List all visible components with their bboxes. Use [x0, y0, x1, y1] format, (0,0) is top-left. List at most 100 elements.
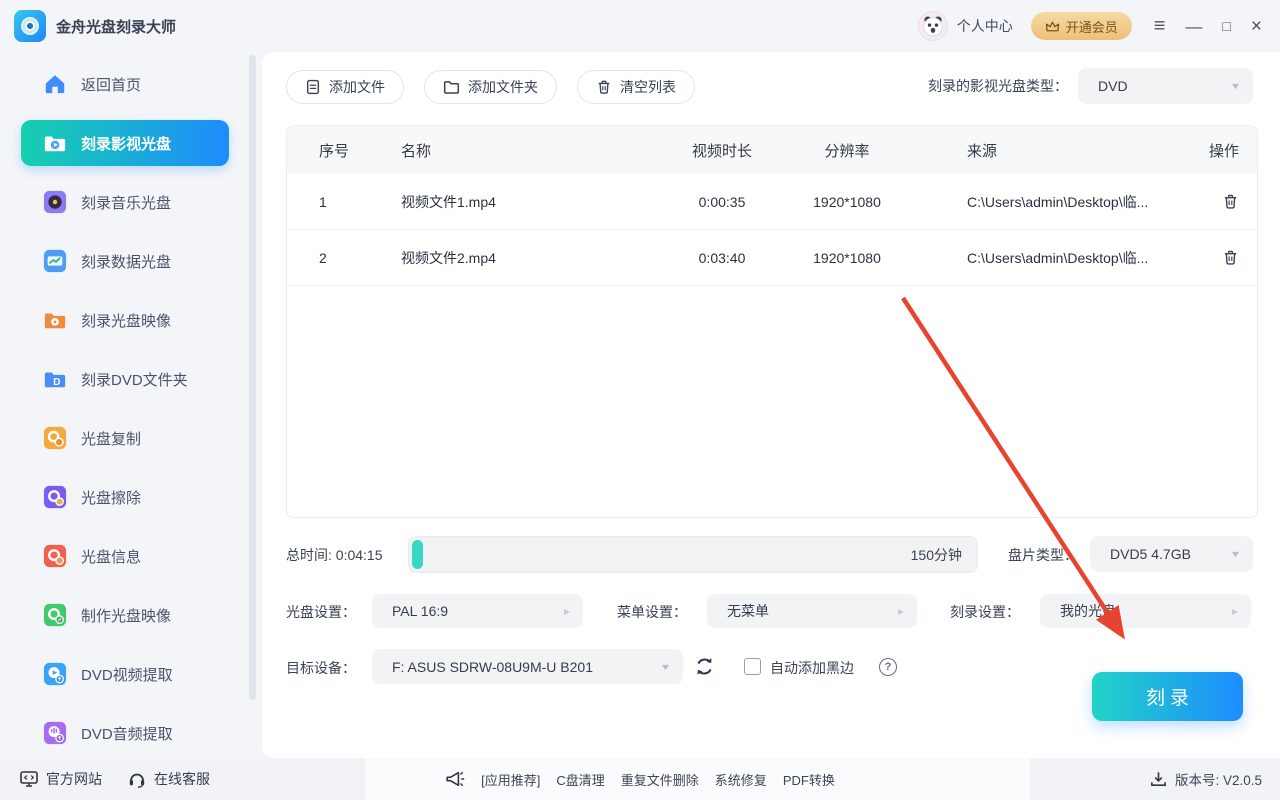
target-device-select[interactable]: F: ASUS SDRW-08U9M-U B201 ▼: [372, 649, 683, 684]
video-list-table: 序号 名称 视频时长 分辨率 来源 操作 1 视频文件1.mp4 0:00:35…: [286, 125, 1258, 518]
disc-info-icon: [42, 543, 68, 569]
disc-size-select[interactable]: DVD5 4.7GB ▼: [1090, 536, 1253, 572]
menu-icon[interactable]: ≡: [1154, 16, 1166, 36]
data-disc-icon: [42, 248, 68, 274]
sidebar-item-label: 制作光盘映像: [81, 605, 171, 626]
target-device-label: 目标设备：: [286, 658, 356, 678]
maximize-icon[interactable]: □: [1222, 19, 1230, 33]
disc-size-label: 盘片类型：: [1008, 545, 1078, 565]
sidebar-item-label: 光盘复制: [81, 428, 141, 449]
refresh-devices-button[interactable]: [694, 656, 715, 677]
disc-setting-label: 光盘设置：: [286, 602, 356, 622]
make-image-icon: [42, 602, 68, 628]
disc-copy-icon: [42, 425, 68, 451]
sidebar-item-label: 刻录音乐光盘: [81, 192, 171, 213]
chevron-down-icon: ▼: [660, 662, 672, 672]
table-row[interactable]: 1 视频文件1.mp4 0:00:35 1920*1080 C:\Users\a…: [287, 174, 1257, 230]
sidebar-item-disc-erase[interactable]: 光盘擦除: [21, 474, 229, 520]
capacity-progress-fill: [412, 540, 423, 569]
megaphone-icon: [445, 770, 465, 788]
auto-black-edge-label: 自动添加黑边: [770, 658, 854, 678]
open-vip-button[interactable]: 开通会员: [1031, 12, 1132, 40]
sidebar-item-dvd-audio-extract[interactable]: DVD音频提取: [21, 710, 229, 756]
sidebar-item-burn-video-disc[interactable]: 刻录影视光盘: [21, 120, 229, 166]
sidebar-item-home[interactable]: 返回首页: [21, 61, 229, 107]
main-content: 添加文件 添加文件夹 清空列表 刻录的影视光盘类型： DVD ▼ 序号 名称 视…: [262, 52, 1280, 758]
app-logo-icon: [14, 10, 46, 42]
panda-avatar-icon: [920, 13, 946, 39]
menu-setting-select[interactable]: 无菜单 ▸: [707, 594, 917, 628]
add-file-button[interactable]: 添加文件: [286, 70, 404, 104]
capacity-total-label: 150分钟: [911, 537, 962, 572]
sidebar-item-label: 刻录光盘映像: [81, 310, 171, 331]
user-avatar[interactable]: [918, 11, 948, 41]
table-row[interactable]: 2 视频文件2.mp4 0:03:40 1920*1080 C:\Users\a…: [287, 230, 1257, 286]
chevron-right-icon: ▸: [898, 604, 904, 618]
user-center-link[interactable]: 个人中心: [957, 16, 1013, 36]
sidebar: 返回首页 刻录影视光盘 刻录音乐光盘 刻录数据光盘 刻录光盘映像 D: [0, 52, 262, 758]
crown-icon: [1045, 20, 1060, 33]
clear-list-button[interactable]: 清空列表: [577, 70, 695, 104]
sidebar-item-label: 返回首页: [81, 74, 141, 95]
total-time-label: 总时间: 0:04:15: [286, 545, 383, 565]
promo-item-c-drive-clean[interactable]: C盘清理: [556, 770, 604, 789]
disc-type-label: 刻录的影视光盘类型：: [928, 76, 1068, 96]
svg-text:D: D: [53, 377, 60, 388]
capacity-progress-bar: 150分钟: [408, 536, 978, 573]
trash-icon: [596, 79, 612, 95]
burn-button[interactable]: 刻录: [1092, 672, 1243, 721]
sidebar-item-label: 光盘擦除: [81, 487, 141, 508]
close-icon[interactable]: ×: [1251, 17, 1262, 36]
help-icon[interactable]: ?: [879, 658, 897, 676]
version-label: 版本号: V2.0.5: [1175, 769, 1262, 789]
chevron-right-icon: ▸: [564, 604, 570, 618]
chevron-down-icon: ▼: [1230, 81, 1242, 91]
auto-black-edge-checkbox[interactable]: [744, 658, 761, 675]
menu-setting-label: 菜单设置：: [617, 602, 687, 622]
chevron-down-icon: ▼: [1230, 549, 1242, 559]
add-folder-button[interactable]: 添加文件夹: [424, 70, 557, 104]
sidebar-item-burn-disc-image[interactable]: 刻录光盘映像: [21, 297, 229, 343]
promo-item-duplicate-delete[interactable]: 重复文件删除: [621, 770, 699, 789]
burn-setting-select[interactable]: 我的光盘 ▸: [1040, 594, 1251, 628]
music-disc-icon: [42, 189, 68, 215]
delete-row-button[interactable]: [1222, 249, 1239, 266]
sidebar-item-label: DVD音频提取: [81, 723, 173, 744]
chevron-right-icon: ▸: [1232, 604, 1238, 618]
sidebar-item-dvd-video-extract[interactable]: DVD视频提取: [21, 651, 229, 697]
download-icon: [1150, 771, 1167, 787]
promo-item-recommend[interactable]: [应用推荐]: [481, 770, 540, 789]
sidebar-item-make-disc-image[interactable]: 制作光盘映像: [21, 592, 229, 638]
sidebar-item-label: DVD视频提取: [81, 664, 173, 685]
sidebar-item-disc-info[interactable]: 光盘信息: [21, 533, 229, 579]
video-disc-icon: [42, 130, 68, 156]
image-disc-icon: [42, 307, 68, 333]
sidebar-item-label: 刻录DVD文件夹: [81, 369, 188, 390]
sidebar-item-label: 刻录数据光盘: [81, 251, 171, 272]
folder-icon: [443, 79, 460, 95]
minimize-icon[interactable]: —: [1185, 18, 1202, 35]
trash-icon: [1222, 249, 1239, 266]
sidebar-item-disc-copy[interactable]: 光盘复制: [21, 415, 229, 461]
sidebar-scrollbar[interactable]: [249, 55, 256, 700]
sidebar-item-label: 刻录影视光盘: [81, 133, 171, 154]
dvd-video-extract-icon: [42, 661, 68, 687]
dvd-audio-extract-icon: [42, 720, 68, 746]
promo-item-system-repair[interactable]: 系统修复: [715, 770, 767, 789]
delete-row-button[interactable]: [1222, 193, 1239, 210]
file-icon: [305, 79, 321, 95]
sidebar-item-burn-data-disc[interactable]: 刻录数据光盘: [21, 238, 229, 284]
footer-bar: 官方网站 在线客服 [应用推荐] C盘清理 重复文件删除 系统修复 PDF转换 …: [0, 758, 1280, 800]
disc-type-select[interactable]: DVD ▼: [1078, 68, 1253, 104]
disc-erase-icon: [42, 484, 68, 510]
disc-setting-select[interactable]: PAL 16:9 ▸: [372, 594, 583, 628]
dvd-folder-icon: D: [42, 366, 68, 392]
table-header: 序号 名称 视频时长 分辨率 来源 操作: [287, 126, 1257, 174]
sidebar-item-burn-music-disc[interactable]: 刻录音乐光盘: [21, 179, 229, 225]
app-title: 金舟光盘刻录大师: [56, 16, 176, 37]
title-bar: 金舟光盘刻录大师 个人中心 开通会员 ≡ — □ ×: [0, 0, 1280, 52]
sidebar-item-burn-dvd-folder[interactable]: D 刻录DVD文件夹: [21, 356, 229, 402]
refresh-icon: [694, 656, 715, 677]
promo-item-pdf-convert[interactable]: PDF转换: [783, 770, 835, 789]
sidebar-item-label: 光盘信息: [81, 546, 141, 567]
